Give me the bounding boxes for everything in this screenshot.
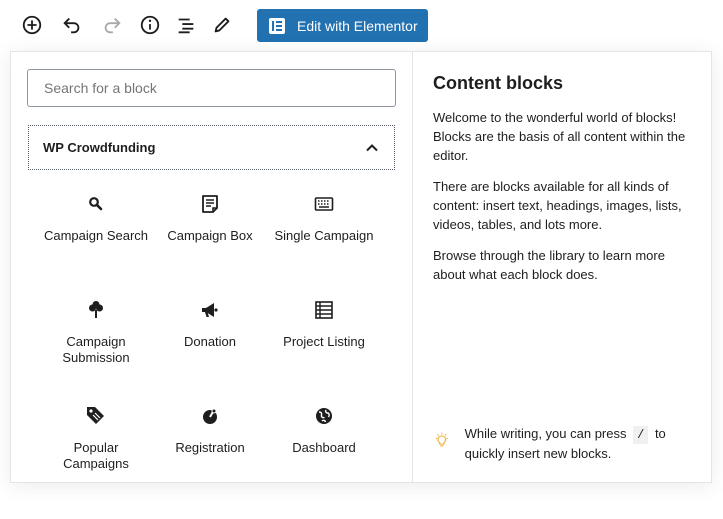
details-button[interactable]	[135, 10, 165, 40]
pencil-icon	[214, 17, 230, 33]
block-label: Single Campaign	[274, 228, 374, 243]
plus-circle-icon	[22, 15, 42, 35]
tag-icon	[87, 407, 104, 424]
category-toggle-wp-crowdfunding[interactable]: WP Crowdfunding	[28, 125, 395, 170]
help-paragraph: Browse through the library to learn more…	[433, 248, 665, 282]
tip-text: While writing, you can press / to quickl…	[465, 424, 703, 463]
slash-key: /	[633, 426, 649, 444]
block-item-donation[interactable]: Donation	[152, 288, 268, 388]
tip-text-before: While writing, you can press	[464, 426, 627, 441]
redo-icon	[104, 17, 121, 34]
inserter-tip: While writing, you can press / to quickl…	[433, 424, 703, 463]
block-label: Campaign Submission	[62, 334, 130, 365]
inserter-help-panel: Content blocks Welcome to the wonderful …	[413, 52, 711, 482]
undo-icon	[63, 17, 80, 34]
block-label: Popular Campaigns	[63, 440, 129, 471]
help-paragraph: Welcome to the wonderful world of blocks…	[433, 110, 686, 163]
category-label: WP Crowdfunding	[43, 140, 156, 155]
project-listing-icon	[315, 301, 333, 319]
block-item-project-listing[interactable]: Project Listing	[266, 288, 382, 388]
outline-button[interactable]	[171, 10, 201, 40]
submission-icon	[89, 301, 103, 318]
block-label: Campaign Search	[43, 228, 149, 243]
block-item-single-campaign[interactable]: Single Campaign	[266, 182, 382, 282]
globe-icon	[316, 408, 332, 424]
block-search-input[interactable]: Search for a block	[27, 69, 396, 107]
edit-with-elementor-button[interactable]: Edit with Elementor	[257, 9, 428, 42]
block-item-campaign-submission[interactable]: Campaign Submission	[38, 288, 154, 388]
tools-button[interactable]	[207, 10, 237, 40]
help-title: Content blocks	[433, 73, 564, 93]
megaphone-icon	[202, 303, 218, 317]
block-label: Campaign Box	[167, 228, 253, 243]
chevron-up-icon	[366, 143, 378, 151]
elementor-button-label: Edit with Elementor	[297, 17, 418, 34]
help-paragraph: There are blocks available for all kinds…	[433, 179, 682, 232]
block-item-campaign-search[interactable]: Campaign Search	[38, 182, 154, 282]
block-item-registration[interactable]: Registration	[152, 394, 268, 482]
elementor-logo-icon	[269, 17, 285, 34]
search-placeholder: Search for a block	[44, 80, 157, 96]
block-label: Project Listing	[283, 334, 365, 349]
block-inserter-popover: Search for a block WP Crowdfunding Campa…	[10, 51, 712, 483]
list-view-icon	[178, 18, 194, 34]
editor-toolbar: Edit with Elementor	[0, 0, 723, 52]
block-label: Registration	[175, 440, 245, 455]
redo-button[interactable]	[97, 10, 127, 40]
registration-icon	[203, 408, 217, 424]
campaign-box-icon	[202, 195, 218, 213]
inserter-main: Search for a block WP Crowdfunding Campa…	[11, 52, 412, 482]
block-item-popular-campaigns[interactable]: Popular Campaigns	[38, 394, 154, 482]
search-icon	[89, 197, 103, 211]
block-label: Donation	[183, 334, 237, 349]
undo-button[interactable]	[57, 10, 87, 40]
lightbulb-icon	[435, 432, 448, 447]
add-block-button[interactable]	[17, 10, 47, 40]
block-item-campaign-box[interactable]: Campaign Box	[152, 182, 268, 282]
block-item-dashboard[interactable]: Dashboard	[266, 394, 382, 482]
keyboard-icon	[314, 197, 334, 211]
block-label: Dashboard	[292, 440, 356, 455]
info-icon	[140, 15, 160, 35]
